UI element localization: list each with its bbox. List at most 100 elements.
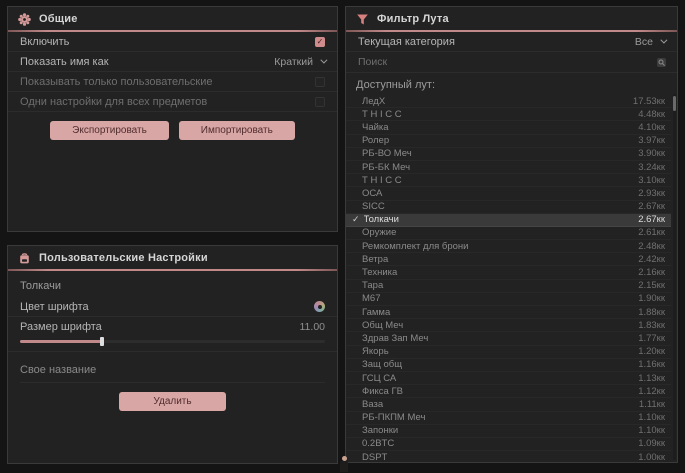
- loot-item-value: 1.16кк: [638, 359, 665, 370]
- loot-row[interactable]: Якорь1.20кк: [346, 346, 671, 359]
- display-name-label: Показать имя как: [20, 56, 109, 68]
- search-icon[interactable]: [656, 57, 667, 68]
- loot-item-value: 2.42кк: [638, 254, 665, 265]
- loot-row[interactable]: Гамма 1.88кк: [346, 306, 671, 319]
- loot-item-name: Толкачи: [364, 214, 631, 225]
- loot-item-name: Т Н І С С: [362, 109, 630, 120]
- delete-button[interactable]: Удалить: [119, 392, 225, 411]
- loot-list: ЛедХ 17.53ккТ Н І С С 4.48ккЧайка4.10ккРол…: [346, 95, 671, 462]
- loot-row[interactable]: ГСЦ СА1.13кк: [346, 372, 671, 385]
- loot-row[interactable]: Ремкомплект для брони2.48кк: [346, 240, 671, 253]
- loot-item-value: 3.24кк: [638, 162, 665, 173]
- search-row: [346, 52, 677, 73]
- loot-row[interactable]: Тара2.15кк: [346, 280, 671, 293]
- search-input[interactable]: [358, 56, 656, 68]
- font-size-row: Размер шрифта 11.00: [8, 317, 337, 337]
- chevron-down-icon: [660, 37, 667, 44]
- loot-row[interactable]: М671.90кк: [346, 293, 671, 306]
- loot-row[interactable]: SICC2.67кк: [346, 201, 671, 214]
- loot-item-value: 2.61кк: [638, 227, 665, 238]
- loot-item-value: 1.11кк: [639, 399, 665, 410]
- chevron-down-icon: [320, 57, 327, 64]
- character-body: [340, 461, 348, 472]
- custom-name-wrap: [8, 352, 337, 383]
- loot-item-value: 1.83кк: [638, 320, 665, 331]
- loot-item-name: Ветра: [362, 254, 630, 265]
- loot-filter-title: Фильтр Лута: [377, 13, 449, 25]
- loot-item-name: ЛедХ: [362, 96, 625, 107]
- loot-item-value: 3.97кк: [638, 135, 665, 146]
- enable-checkbox[interactable]: ✓: [315, 37, 325, 47]
- color-wheel-icon[interactable]: [314, 301, 325, 312]
- same-settings-label: Одни настройки для всех предметов: [20, 96, 207, 108]
- loot-row[interactable]: Техника 2.16кк: [346, 266, 671, 279]
- delete-row: Удалить: [8, 383, 337, 411]
- loot-filter-panel: Фильтр Лута Текущая категория Все Доступ…: [345, 6, 678, 463]
- general-panel-header: Общие: [8, 7, 337, 30]
- loot-item-name: Запонки: [362, 425, 630, 436]
- loot-item-value: 2.16кк: [638, 267, 665, 278]
- loot-row[interactable]: Общ Меч1.83кк: [346, 319, 671, 332]
- loot-item-name: Гамма: [362, 307, 630, 318]
- loot-row[interactable]: ЛедХ 17.53кк: [346, 95, 671, 108]
- display-name-value: Краткий: [274, 56, 313, 68]
- loot-row[interactable]: Здрав Зап Меч1.77кк: [346, 332, 671, 345]
- loot-item-value: 1.09кк: [638, 438, 665, 449]
- backpack-icon: [18, 252, 31, 265]
- loot-list-scrollbar[interactable]: [673, 94, 676, 460]
- loot-item-value: 1.00кк: [638, 452, 665, 462]
- loot-row[interactable]: РБ-ПКПМ Меч 1.10кк: [346, 412, 671, 425]
- only-custom-label: Показывать только пользовательские: [20, 76, 213, 88]
- loot-item-name: Техника: [362, 267, 630, 278]
- loot-item-value: 1.12кк: [638, 386, 665, 397]
- loot-row[interactable]: Фикса ГВ1.12кк: [346, 385, 671, 398]
- category-label: Текущая категория: [358, 36, 455, 48]
- loot-row[interactable]: Запонки 1.10кк: [346, 425, 671, 438]
- display-name-row: Показать имя как Краткий: [8, 52, 337, 72]
- loot-row[interactable]: Т Н І С С 4.48кк: [346, 108, 671, 121]
- loot-row[interactable]: 0.2BTC1.09кк: [346, 438, 671, 451]
- loot-row[interactable]: Оружие2.61кк: [346, 227, 671, 240]
- loot-item-value: 2.67кк: [638, 201, 665, 212]
- loot-item-value: 17.53кк: [633, 96, 665, 107]
- loot-row[interactable]: ✓Толкачи2.67кк: [346, 214, 671, 227]
- category-dropdown[interactable]: Все: [635, 36, 665, 48]
- font-size-slider-thumb[interactable]: [100, 337, 104, 346]
- loot-item-name: Тара: [362, 280, 630, 291]
- loot-item-value: 4.48кк: [638, 109, 665, 120]
- available-loot-label: Доступный лут:: [346, 73, 677, 95]
- loot-item-value: 2.67кк: [638, 214, 665, 225]
- loot-item-name: РБ-ПКПМ Меч: [362, 412, 630, 423]
- loot-row[interactable]: Ролер3.97кк: [346, 135, 671, 148]
- export-button[interactable]: Экспортировать: [50, 121, 169, 140]
- custom-name-input[interactable]: [20, 360, 325, 383]
- font-size-slider[interactable]: [20, 340, 325, 343]
- only-custom-checkbox[interactable]: ✓: [315, 77, 325, 87]
- loot-row[interactable]: Ветра 2.42кк: [346, 253, 671, 266]
- loot-row[interactable]: Защ общ1.16кк: [346, 359, 671, 372]
- font-size-value: 11.00: [300, 321, 326, 333]
- loot-row[interactable]: РБ-ВО Меч3.90кк: [346, 148, 671, 161]
- loot-item-name: DSPT: [362, 452, 630, 462]
- custom-settings-title: Пользовательские Настройки: [39, 252, 208, 264]
- loot-row[interactable]: Т Н І С С3.10кк: [346, 174, 671, 187]
- only-custom-row: Показывать только пользовательские ✓: [8, 72, 337, 92]
- font-color-label: Цвет шрифта: [20, 301, 89, 313]
- loot-item-name: Якорь: [362, 346, 630, 357]
- scrollbar-thumb[interactable]: [673, 96, 676, 111]
- loot-row[interactable]: DSPT 1.00кк: [346, 451, 671, 462]
- loot-row[interactable]: Чайка4.10кк: [346, 121, 671, 134]
- loot-item-value: 1.88кк: [638, 307, 665, 318]
- display-name-dropdown[interactable]: Краткий: [274, 56, 325, 68]
- same-settings-row: Одни настройки для всех предметов ✓: [8, 92, 337, 112]
- import-button[interactable]: Импортировать: [179, 121, 295, 140]
- same-settings-checkbox[interactable]: ✓: [315, 97, 325, 107]
- loot-row[interactable]: РБ-БК Меч3.24кк: [346, 161, 671, 174]
- loot-row[interactable]: Ваза1.11кк: [346, 398, 671, 411]
- font-size-label: Размер шрифта: [20, 321, 102, 333]
- loot-row[interactable]: ОСА2.93кк: [346, 187, 671, 200]
- loot-item-value: 1.10кк: [638, 425, 665, 436]
- loot-item-name: М67: [362, 293, 630, 304]
- font-color-row: Цвет шрифта: [8, 297, 337, 317]
- loot-item-value: 1.10кк: [638, 412, 665, 423]
